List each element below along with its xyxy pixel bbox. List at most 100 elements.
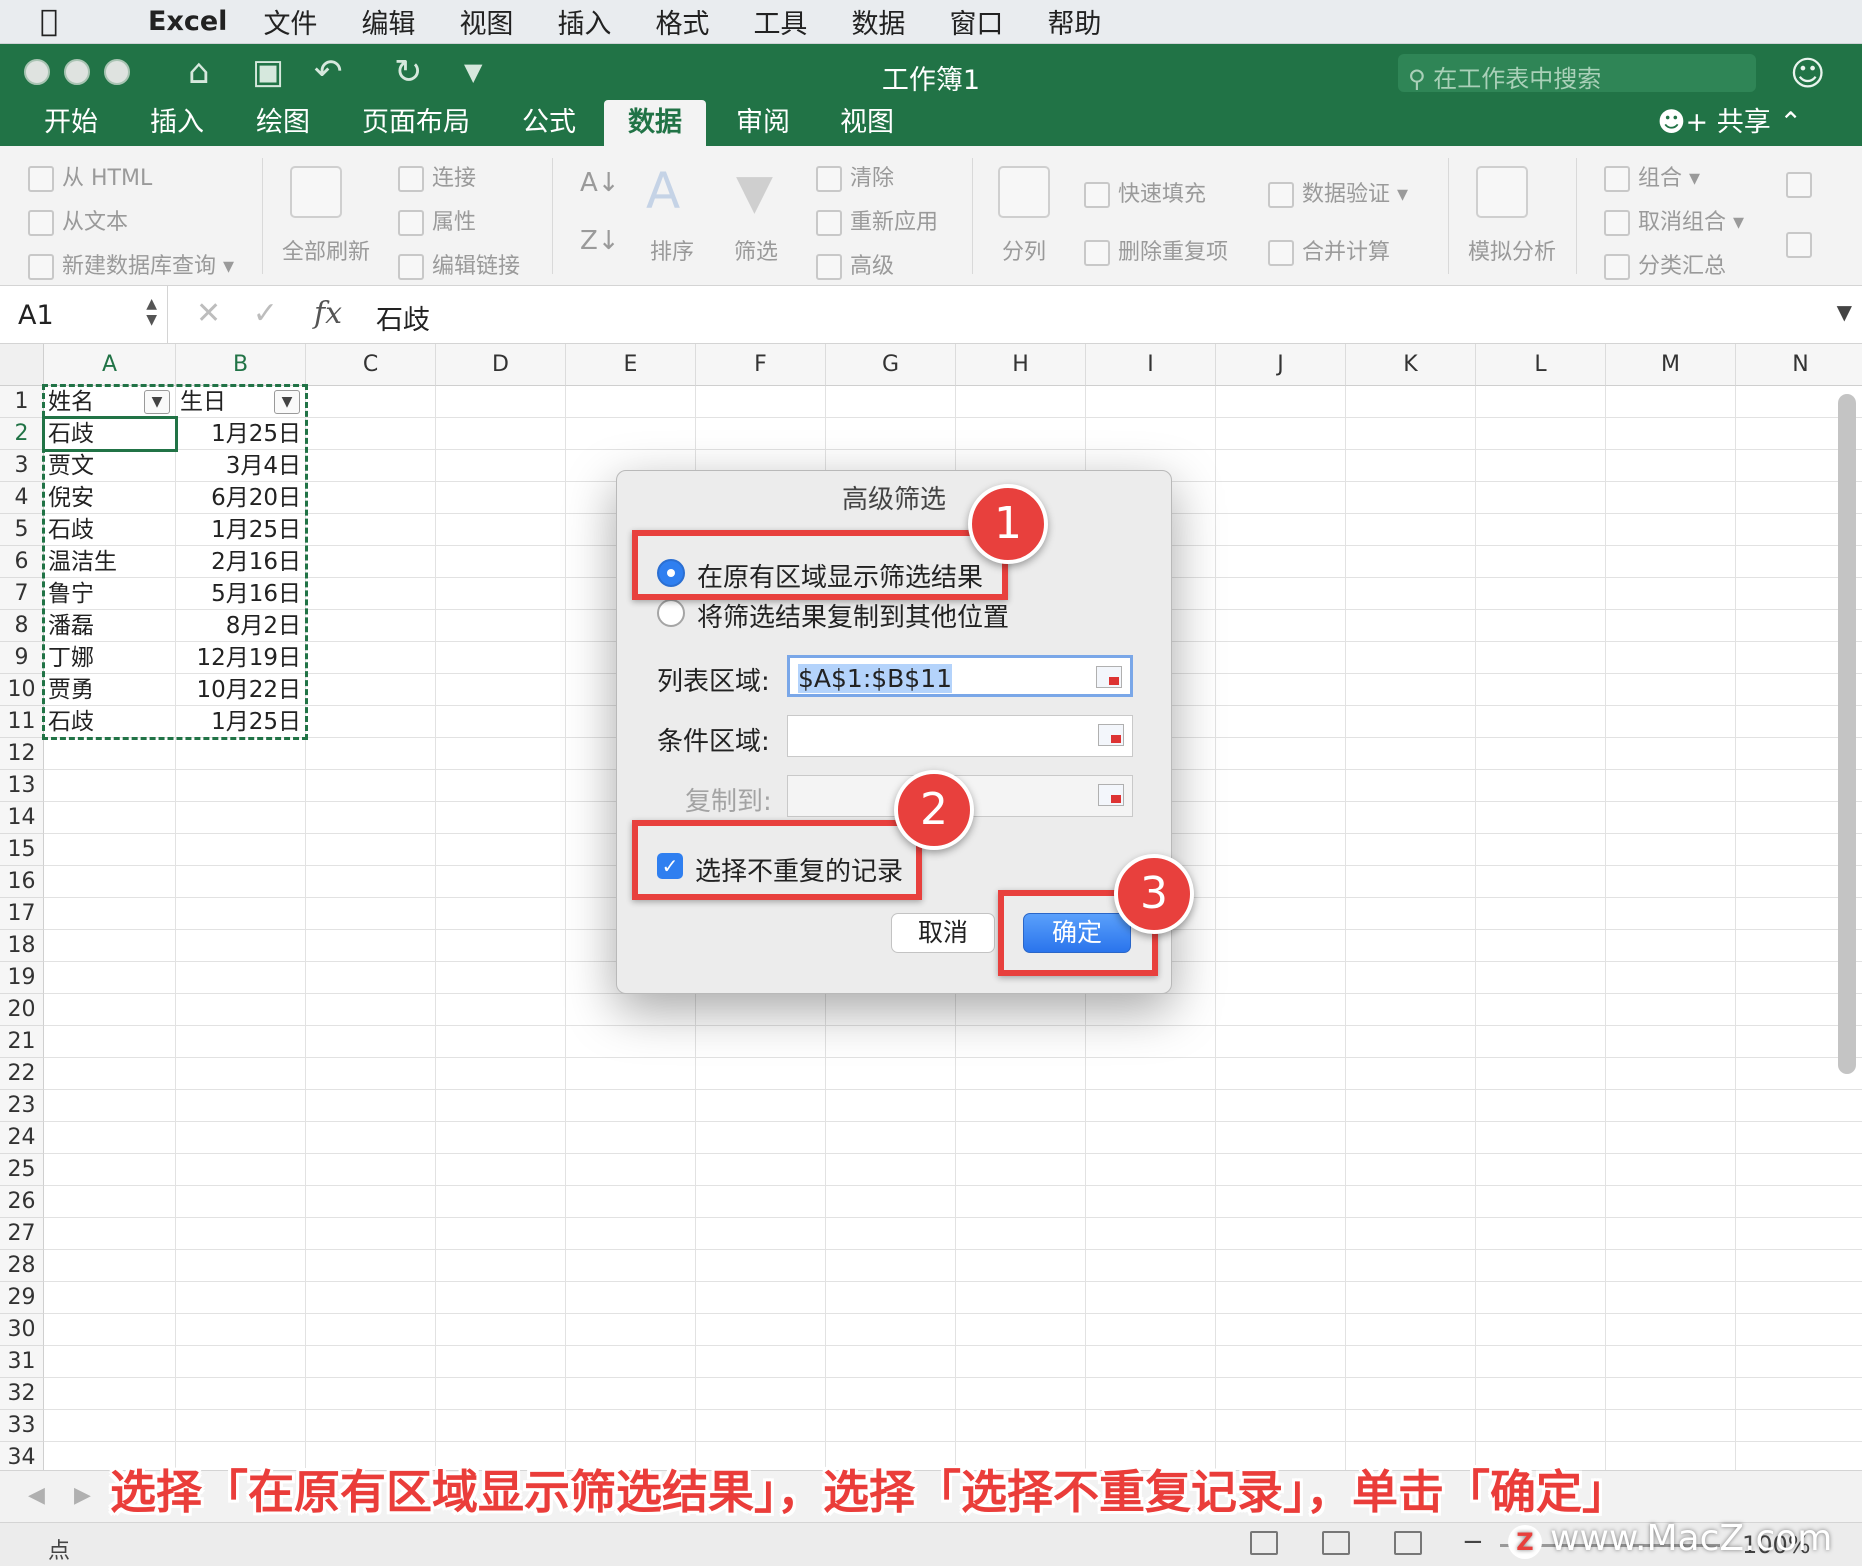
cell-j2[interactable]	[1216, 418, 1346, 450]
cell-j26[interactable]	[1216, 1186, 1346, 1218]
cell-i29[interactable]	[1086, 1282, 1216, 1314]
cell-k22[interactable]	[1346, 1058, 1476, 1090]
cell-n25[interactable]	[1736, 1154, 1862, 1186]
row-header-13[interactable]: 13	[0, 770, 44, 802]
cell-g31[interactable]	[826, 1346, 956, 1378]
cell-l2[interactable]	[1476, 418, 1606, 450]
cell-d22[interactable]	[436, 1058, 566, 1090]
row-header-21[interactable]: 21	[0, 1026, 44, 1058]
cell-c20[interactable]	[306, 994, 436, 1026]
cell-m10[interactable]	[1606, 674, 1736, 706]
cell-b33[interactable]	[176, 1410, 306, 1442]
cell-m2[interactable]	[1606, 418, 1736, 450]
cell-c16[interactable]	[306, 866, 436, 898]
cell-g1[interactable]	[826, 386, 956, 418]
row-header-11[interactable]: 11	[0, 706, 44, 738]
cell-g25[interactable]	[826, 1154, 956, 1186]
cell-b6[interactable]: 2月16日	[176, 546, 306, 578]
cell-m20[interactable]	[1606, 994, 1736, 1026]
cell-m22[interactable]	[1606, 1058, 1736, 1090]
cell-e25[interactable]	[566, 1154, 696, 1186]
cell-k12[interactable]	[1346, 738, 1476, 770]
collapse-range-icon[interactable]	[1096, 666, 1122, 688]
subtotal-button[interactable]: 分类汇总	[1604, 248, 1726, 280]
collapse-range-icon[interactable]	[1098, 724, 1124, 746]
cell-k15[interactable]	[1346, 834, 1476, 866]
cell-c1[interactable]	[306, 386, 436, 418]
cell-a8[interactable]: 潘磊	[44, 610, 176, 642]
cell-a2[interactable]: 石歧	[44, 418, 176, 450]
cell-k33[interactable]	[1346, 1410, 1476, 1442]
cell-j16[interactable]	[1216, 866, 1346, 898]
cell-b20[interactable]	[176, 994, 306, 1026]
cell-b23[interactable]	[176, 1090, 306, 1122]
select-all-corner[interactable]	[0, 344, 44, 386]
cell-c18[interactable]	[306, 930, 436, 962]
cell-e23[interactable]	[566, 1090, 696, 1122]
cell-k9[interactable]	[1346, 642, 1476, 674]
cell-m28[interactable]	[1606, 1250, 1736, 1282]
what-if-analysis-button[interactable]: 模拟分析	[1468, 234, 1556, 266]
row-header-10[interactable]: 10	[0, 674, 44, 706]
cell-k23[interactable]	[1346, 1090, 1476, 1122]
menu-edit[interactable]: 编辑	[361, 2, 415, 41]
row-header-16[interactable]: 16	[0, 866, 44, 898]
share-button[interactable]: ☻+ 共享 ⌃	[1657, 100, 1802, 146]
cell-l26[interactable]	[1476, 1186, 1606, 1218]
cell-l18[interactable]	[1476, 930, 1606, 962]
cell-a6[interactable]: 温洁生	[44, 546, 176, 578]
row-header-22[interactable]: 22	[0, 1058, 44, 1090]
column-header-n[interactable]: N	[1736, 344, 1862, 386]
cell-e26[interactable]	[566, 1186, 696, 1218]
cell-j15[interactable]	[1216, 834, 1346, 866]
cell-k11[interactable]	[1346, 706, 1476, 738]
refresh-all-button[interactable]: 全部刷新	[282, 234, 370, 266]
cell-j29[interactable]	[1216, 1282, 1346, 1314]
cell-e28[interactable]	[566, 1250, 696, 1282]
cell-h27[interactable]	[956, 1218, 1086, 1250]
cell-m33[interactable]	[1606, 1410, 1736, 1442]
cell-f30[interactable]	[696, 1314, 826, 1346]
cell-j31[interactable]	[1216, 1346, 1346, 1378]
cell-m11[interactable]	[1606, 706, 1736, 738]
row-header-32[interactable]: 32	[0, 1378, 44, 1410]
cell-j33[interactable]	[1216, 1410, 1346, 1442]
row-header-3[interactable]: 3	[0, 450, 44, 482]
cell-i22[interactable]	[1086, 1058, 1216, 1090]
cell-m32[interactable]	[1606, 1378, 1736, 1410]
row-header-25[interactable]: 25	[0, 1154, 44, 1186]
cell-k27[interactable]	[1346, 1218, 1476, 1250]
tab-view[interactable]: 视图	[840, 100, 894, 146]
row-header-8[interactable]: 8	[0, 610, 44, 642]
cell-k14[interactable]	[1346, 802, 1476, 834]
cell-d21[interactable]	[436, 1026, 566, 1058]
cell-k17[interactable]	[1346, 898, 1476, 930]
row-header-6[interactable]: 6	[0, 546, 44, 578]
cell-k32[interactable]	[1346, 1378, 1476, 1410]
previous-sheet-icon[interactable]: ◀	[28, 1483, 45, 1508]
tab-insert[interactable]: 插入	[150, 100, 204, 146]
cell-l21[interactable]	[1476, 1026, 1606, 1058]
row-header-33[interactable]: 33	[0, 1410, 44, 1442]
cell-h30[interactable]	[956, 1314, 1086, 1346]
cell-e1[interactable]	[566, 386, 696, 418]
cell-h31[interactable]	[956, 1346, 1086, 1378]
ok-button[interactable]: 确定	[1023, 913, 1131, 953]
radio-filter-in-place[interactable]	[657, 559, 685, 587]
row-header-1[interactable]: 1	[0, 386, 44, 418]
cell-j18[interactable]	[1216, 930, 1346, 962]
cell-d8[interactable]	[436, 610, 566, 642]
cell-c15[interactable]	[306, 834, 436, 866]
cell-b28[interactable]	[176, 1250, 306, 1282]
cell-c19[interactable]	[306, 962, 436, 994]
cell-k31[interactable]	[1346, 1346, 1476, 1378]
cell-c5[interactable]	[306, 514, 436, 546]
cell-k13[interactable]	[1346, 770, 1476, 802]
cell-m24[interactable]	[1606, 1122, 1736, 1154]
cell-l19[interactable]	[1476, 962, 1606, 994]
cell-e21[interactable]	[566, 1026, 696, 1058]
cell-c9[interactable]	[306, 642, 436, 674]
column-header-b[interactable]: B	[176, 344, 306, 386]
cell-f31[interactable]	[696, 1346, 826, 1378]
sort-descending-icon[interactable]: Z↓	[580, 226, 620, 256]
